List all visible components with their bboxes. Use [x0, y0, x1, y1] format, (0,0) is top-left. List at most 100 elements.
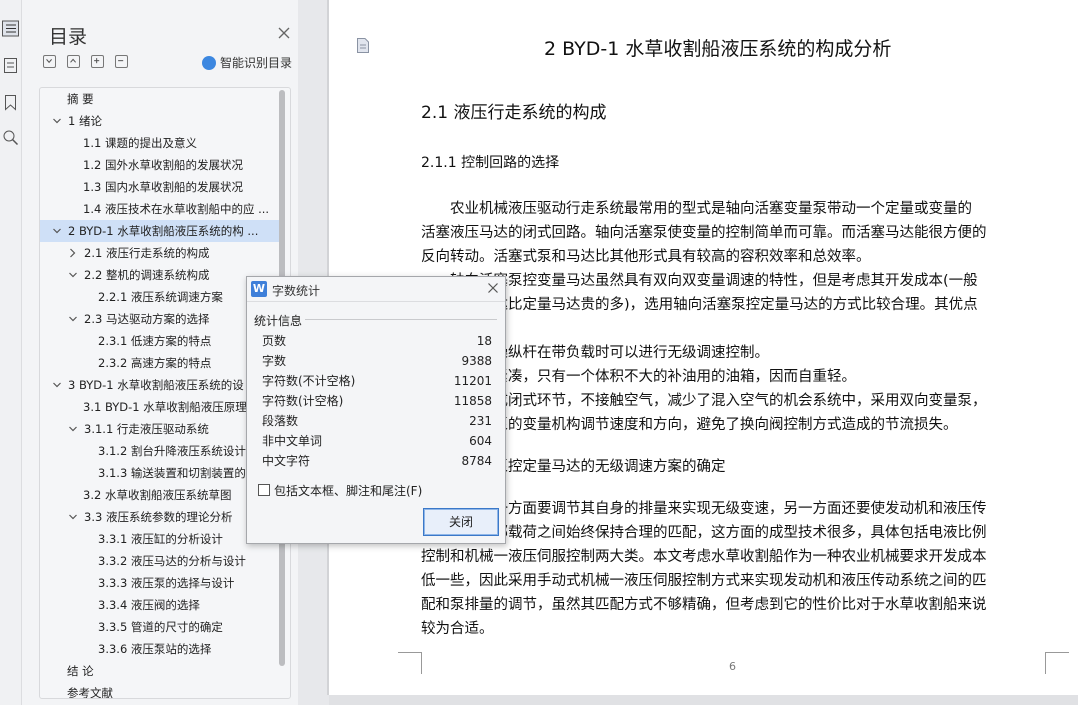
- toc-item[interactable]: 1.2 国外水草收割船的发展状况: [40, 154, 280, 176]
- crop-mark-right: [1045, 652, 1069, 674]
- pages-icon[interactable]: [2, 57, 19, 74]
- stat-value: 8784: [461, 454, 492, 468]
- toc-item[interactable]: 2.1 液压行走系统的构成: [40, 242, 280, 264]
- toc-item[interactable]: 3.3 液压系统参数的理论分析: [40, 506, 280, 528]
- close-button[interactable]: 关闭: [423, 508, 499, 536]
- toc-item-label: 3 BYD-1 水草收割船液压系统的设: [68, 378, 244, 392]
- toc-item[interactable]: 3 BYD-1 水草收割船液压系统的设: [40, 374, 280, 396]
- bookmark-icon[interactable]: [2, 94, 19, 111]
- chevron-down-icon[interactable]: [68, 418, 78, 440]
- toc-item[interactable]: 1.4 液压技术在水草收割船中的应 ...: [40, 198, 280, 220]
- toc-item-label: 摘 要: [67, 92, 94, 106]
- collapse-all-icon[interactable]: [43, 55, 56, 68]
- stat-row: 页数 18: [262, 331, 492, 351]
- toc-item[interactable]: 3.1.1 行走液压驱动系统: [40, 418, 280, 440]
- toc-item[interactable]: 摘 要: [40, 88, 280, 110]
- body-line: 配和泵排量的调节，虽然其匹配方式不够精确，但考虑到它的性价比对于水草收割船来说: [421, 597, 987, 613]
- toc-item-label: 3.1.1 行走液压驱动系统: [84, 422, 209, 436]
- body-line: 农业机械液压驱动行走系统最常用的型式是轴向活塞变量泵带动一个定量或变量的: [421, 201, 972, 217]
- toc-item[interactable]: 3.3.4 液压阀的选择: [40, 594, 280, 616]
- wps-logo-icon: W: [251, 281, 267, 297]
- toc-item[interactable]: 参考文献: [40, 682, 280, 698]
- toc-item[interactable]: 1.3 国内水草收割船的发展状况: [40, 176, 280, 198]
- toc-item-label: 3.3.1 液压缸的分析设计: [98, 532, 223, 546]
- dialog-title: 字数统计: [272, 284, 321, 298]
- stat-label: 中文字符: [262, 454, 311, 468]
- toc-item[interactable]: 3.3.2 液压马达的分析与设计: [40, 550, 280, 572]
- chevron-down-icon[interactable]: [52, 110, 62, 132]
- page-number: 6: [729, 660, 736, 673]
- toc-item[interactable]: 2.3.1 低速方案的特点: [40, 330, 280, 352]
- toc-item[interactable]: 2 BYD-1 水草收割船液压系统的构 ...: [40, 220, 280, 242]
- stat-row: 中文字符 8784: [262, 451, 492, 471]
- toc-icon[interactable]: [2, 20, 19, 37]
- subsection-heading: 2.1.1 控制回路的选择: [421, 155, 560, 171]
- toc-item-label: 2.3 马达驱动方案的选择: [84, 312, 210, 326]
- toc-item[interactable]: 1.1 课题的提出及意义: [40, 132, 280, 154]
- toc-item-label: 3.1 BYD-1 水草收割船液压原理: [83, 400, 247, 414]
- chevron-down-icon[interactable]: [68, 308, 78, 330]
- crop-mark-left: [398, 652, 422, 674]
- chevron-down-icon[interactable]: [68, 506, 78, 528]
- toc-item-label: 1.3 国内水草收割船的发展状况: [83, 180, 243, 194]
- toc-item-label: 3.1.3 输送装置和切割装置的: [98, 466, 246, 480]
- close-icon[interactable]: [277, 26, 291, 40]
- group-line: [305, 319, 497, 320]
- chevron-down-icon[interactable]: [52, 220, 62, 242]
- body-line: 反向转动。活塞式泵和马达比其他形式具有较高的容积效率和总效率。: [421, 249, 871, 265]
- toc-item[interactable]: 3.1.3 输送装置和切割装置的: [40, 462, 280, 484]
- toc-item-label: 3.3 液压系统参数的理论分析: [84, 510, 233, 524]
- smart-toc-button[interactable]: 智能识别目录: [202, 54, 292, 71]
- toc-item[interactable]: 结 论: [40, 660, 280, 682]
- section-heading: 2.1 液压行走系统的构成: [421, 103, 607, 123]
- toc-item-label: 1.1 课题的提出及意义: [83, 136, 197, 150]
- toc-item-label: 3.1.2 割台升降液压系统设计: [98, 444, 246, 458]
- toc-title: 目录: [49, 26, 88, 48]
- stat-value: 231: [469, 414, 492, 428]
- toc-item[interactable]: 2.3.2 高速方案的特点: [40, 352, 280, 374]
- toc-item-label: 2.1 液压行走系统的构成: [84, 246, 210, 260]
- stat-value: 604: [469, 434, 492, 448]
- toc-item[interactable]: 3.2 水草收割船液压系统草图: [40, 484, 280, 506]
- toc-item[interactable]: 2.3 马达驱动方案的选择: [40, 308, 280, 330]
- stat-value: 11201: [453, 374, 492, 388]
- toc-item-label: 3.3.4 液压阀的选择: [98, 598, 200, 612]
- include-textbox-label[interactable]: 包括文本框、脚注和尾注(F): [274, 482, 422, 499]
- toc-item-label: 1.4 液压技术在水草收割船中的应 ...: [83, 202, 270, 216]
- toc-item[interactable]: 2.2.1 液压系统调速方案: [40, 286, 280, 308]
- toc-item[interactable]: 3.3.6 液压泵站的选择: [40, 638, 280, 660]
- crop-mark-right-h: [1045, 652, 1069, 653]
- horizontal-scrollbar[interactable]: [329, 695, 1078, 705]
- toc-item[interactable]: 2.2 整机的调速系统构成: [40, 264, 280, 286]
- toc-item[interactable]: 3.1.2 割台升降液压系统设计: [40, 440, 280, 462]
- expand-up-icon[interactable]: [67, 55, 80, 68]
- stat-label: 字符数(计空格): [262, 394, 344, 408]
- toc-item[interactable]: 3.1 BYD-1 水草收割船液压原理: [40, 396, 280, 418]
- title-separator: [247, 301, 505, 302]
- chevron-down-icon[interactable]: [68, 264, 78, 286]
- stat-row: 段落数 231: [262, 411, 492, 431]
- minus-icon[interactable]: [115, 55, 128, 68]
- toc-item[interactable]: 3.3.1 液压缸的分析设计: [40, 528, 280, 550]
- close-icon[interactable]: [487, 282, 499, 294]
- smart-toc-label: 智能识别目录: [220, 56, 293, 70]
- body-line: 低一些，因此采用手动式机械一液压伺服控制方式来实现发动机和液压传动系统之间的匹: [421, 573, 987, 589]
- stat-value: 18: [476, 334, 492, 348]
- stat-label: 非中文单词: [262, 434, 323, 448]
- document-icon[interactable]: [356, 38, 370, 53]
- include-textbox-checkbox[interactable]: [258, 484, 270, 496]
- toc-item[interactable]: 3.3.5 管道的尺寸的确定: [40, 616, 280, 638]
- stat-row: 字数 9388: [262, 351, 492, 371]
- body-line: 较为合适。: [421, 621, 494, 637]
- chevron-down-icon[interactable]: [52, 374, 62, 396]
- find-icon[interactable]: [2, 129, 19, 146]
- toc-item-label: 1 绪论: [68, 114, 102, 128]
- chevron-right-icon[interactable]: [68, 242, 77, 264]
- stat-row: 字符数(不计空格) 11201: [262, 371, 492, 391]
- stat-value: 11858: [453, 394, 492, 408]
- toc-item-label: 3.3.6 液压泵站的选择: [98, 642, 212, 656]
- toc-item[interactable]: 1 绪论: [40, 110, 280, 132]
- toc-item[interactable]: 3.3.3 液压泵的选择与设计: [40, 572, 280, 594]
- toc-item-label: 3.3.2 液压马达的分析与设计: [98, 554, 246, 568]
- plus-icon[interactable]: [91, 55, 104, 68]
